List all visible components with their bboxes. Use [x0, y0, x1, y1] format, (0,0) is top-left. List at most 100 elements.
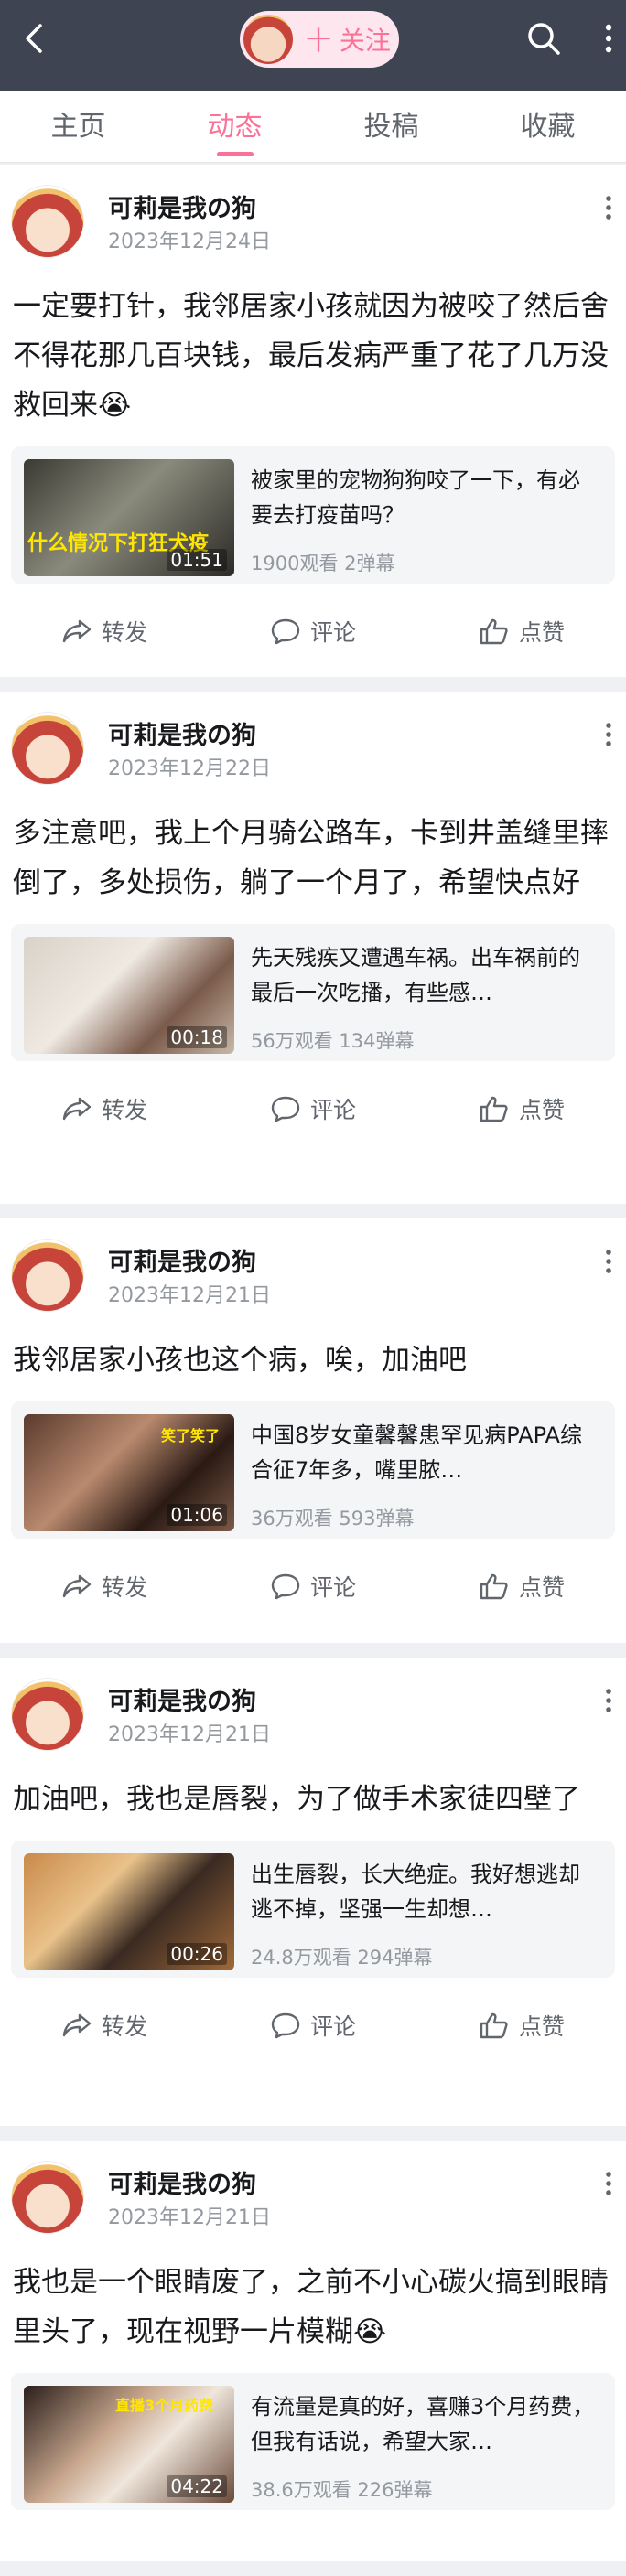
more-vertical-icon[interactable]: [604, 721, 613, 748]
avatar[interactable]: [11, 1239, 84, 1312]
share-button[interactable]: 转发: [0, 1570, 209, 1603]
video-title: 先天残疾又遭遇车祸。出车祸前的最后一次吃播，有些感…: [251, 945, 580, 1005]
action-bar: 转发 评论 点赞: [0, 1539, 626, 1634]
share-label: 转发: [101, 2013, 147, 2040]
video-title: 被家里的宠物狗狗咬了一下，有必要去打疫苗吗？: [251, 467, 580, 528]
comment-button[interactable]: 评论: [209, 2009, 417, 2042]
avatar[interactable]: [11, 712, 84, 785]
video-duration: 01:51: [167, 549, 227, 571]
more-vertical-icon[interactable]: [604, 194, 613, 221]
user-name[interactable]: 可莉是我の狗: [108, 1242, 256, 1278]
post-text: 加油吧，我也是唇裂，为了做手术家徒四壁了: [13, 1783, 580, 1816]
top-bar: 十 关注: [0, 0, 626, 91]
thumbs-up-icon: [480, 2012, 508, 2039]
tab-dynamic[interactable]: 动态: [156, 91, 313, 162]
tab-home[interactable]: 主页: [0, 91, 156, 162]
comment-button[interactable]: 评论: [209, 615, 417, 648]
tab-bar: 主页 动态 投稿 收藏: [0, 91, 626, 163]
post-date: 2023年12月22日: [108, 757, 271, 780]
comment-button[interactable]: 评论: [209, 1092, 417, 1125]
video-card[interactable]: 00:18 先天残疾又遭遇车祸。出车祸前的最后一次吃播，有些感… 56万观看 1…: [11, 924, 615, 1061]
video-duration: 00:18: [167, 1026, 227, 1048]
avatar[interactable]: [11, 185, 84, 258]
like-label: 点赞: [518, 1574, 565, 1601]
video-thumbnail: 笑了笑了 01:06: [24, 1414, 234, 1531]
thumbs-up-icon: [480, 1096, 508, 1122]
video-card[interactable]: 直播3个月药费 04:22 有流量是真的好，喜赚3个月药费，但我有话说，希望大家…: [11, 2373, 615, 2510]
user-name[interactable]: 可莉是我の狗: [108, 2164, 256, 2200]
like-button[interactable]: 点赞: [417, 1570, 626, 1603]
comment-button[interactable]: 评论: [209, 1570, 417, 1603]
video-stats: 56万观看 134弹幕: [251, 1030, 415, 1052]
post-card: 可莉是我の狗 2023年12月21日 我邻居家小孩也这个病，唉，加油吧 笑了笑了…: [0, 1218, 626, 1643]
like-label: 点赞: [518, 1097, 565, 1123]
post-text: 我邻居家小孩也这个病，唉，加油吧: [13, 1344, 467, 1377]
video-card[interactable]: 笑了笑了 01:06 中国8岁女童馨馨患罕见病PAPA综合征7年多，嘴里脓… 3…: [11, 1401, 615, 1539]
video-title: 出生唇裂，长大绝症。我好想逃却逃不掉，坚强一生却想…: [251, 1862, 580, 1922]
user-name[interactable]: 可莉是我の狗: [108, 1681, 256, 1717]
comment-icon: [271, 2012, 300, 2039]
avatar[interactable]: [11, 1678, 84, 1751]
comment-icon: [271, 1096, 300, 1122]
video-card[interactable]: 00:26 出生唇裂，长大绝症。我好想逃却逃不掉，坚强一生却想… 24.8万观看…: [11, 1841, 615, 1978]
comment-icon: [271, 1573, 300, 1600]
thumbnail-caption: 直播3个月药费: [115, 2397, 214, 2414]
post-card: 可莉是我の狗 2023年12月21日 我也是一个眼睛废了，之前不小心碳火搞到眼睛…: [0, 2141, 626, 2561]
share-button[interactable]: 转发: [0, 1092, 209, 1125]
video-thumbnail: 直播3个月药费 04:22: [24, 2386, 234, 2503]
tab-favorites[interactable]: 收藏: [470, 91, 626, 162]
post-date: 2023年12月21日: [108, 1723, 271, 1746]
video-thumbnail: 什么情况下打狂犬疫 01:51: [24, 459, 234, 576]
thumbs-up-icon: [480, 1573, 508, 1600]
share-label: 转发: [101, 619, 147, 646]
video-stats: 1900观看 2弹幕: [251, 553, 395, 574]
share-icon: [62, 1097, 92, 1121]
video-duration: 04:22: [167, 2475, 227, 2497]
like-button[interactable]: 点赞: [417, 615, 626, 648]
like-button[interactable]: 点赞: [417, 2009, 626, 2042]
share-icon: [62, 619, 92, 643]
video-stats: 24.8万观看 294弹幕: [251, 1947, 433, 1969]
comment-label: 评论: [309, 1097, 356, 1123]
action-bar: 转发 评论 点赞: [0, 584, 626, 679]
tab-uploads[interactable]: 投稿: [313, 91, 470, 162]
more-vertical-icon[interactable]: [604, 1248, 613, 1275]
post-text: 我也是一个眼睛废了，之前不小心碳火搞到眼睛里头了，现在视野一片模糊😭: [13, 2266, 609, 2348]
search-icon[interactable]: [525, 20, 562, 57]
user-name[interactable]: 可莉是我の狗: [108, 715, 256, 751]
avatar[interactable]: [11, 2161, 84, 2234]
more-vertical-icon[interactable]: [604, 2170, 613, 2197]
comment-label: 评论: [309, 1574, 356, 1601]
action-bar: 转发 评论 点赞: [0, 1978, 626, 2073]
feed: 可莉是我の狗 2023年12月24日 一定要打针，我邻居家小孩就因为被咬了然后舍…: [0, 165, 626, 2576]
video-thumbnail: 00:26: [24, 1853, 234, 1970]
video-thumbnail: 00:18: [24, 937, 234, 1054]
post-date: 2023年12月24日: [108, 231, 271, 253]
post-date: 2023年12月21日: [108, 2206, 271, 2229]
video-card[interactable]: 什么情况下打狂犬疫 01:51 被家里的宠物狗狗咬了一下，有必要去打疫苗吗？ 1…: [11, 446, 615, 584]
share-button[interactable]: 转发: [0, 615, 209, 648]
thumbs-up-icon: [480, 618, 508, 645]
video-stats: 36万观看 593弹幕: [251, 1508, 415, 1530]
post-card: 可莉是我の狗 2023年12月21日 加油吧，我也是唇裂，为了做手术家徒四壁了 …: [0, 1658, 626, 2126]
post-date: 2023年12月21日: [108, 1284, 271, 1307]
user-name[interactable]: 可莉是我の狗: [108, 188, 256, 224]
like-label: 点赞: [518, 619, 565, 646]
share-label: 转发: [101, 1574, 147, 1601]
post-text: 多注意吧，我上个月骑公路车，卡到井盖缝里摔倒了，多处损伤，躺了一个月了，希望快点…: [13, 817, 609, 899]
video-duration: 01:06: [167, 1504, 227, 1526]
follow-button[interactable]: 十 关注: [240, 11, 399, 68]
video-title: 中国8岁女童馨馨患罕见病PAPA综合征7年多，嘴里脓…: [251, 1422, 582, 1483]
share-button[interactable]: 转发: [0, 2009, 209, 2042]
comment-label: 评论: [309, 619, 356, 646]
thumbnail-caption: 笑了笑了: [161, 1427, 221, 1444]
action-bar: 转发 评论 点赞: [0, 1061, 626, 1156]
more-vertical-icon[interactable]: [604, 20, 613, 67]
post-card: 可莉是我の狗 2023年12月24日 一定要打针，我邻居家小孩就因为被咬了然后舍…: [0, 165, 626, 677]
more-vertical-icon[interactable]: [604, 1687, 613, 1714]
like-button[interactable]: 点赞: [417, 1092, 626, 1125]
like-label: 点赞: [518, 2013, 565, 2040]
video-title: 有流量是真的好，喜赚3个月药费，但我有话说，希望大家…: [251, 2394, 595, 2454]
back-arrow-icon[interactable]: [16, 20, 53, 57]
share-icon: [62, 2013, 92, 2037]
